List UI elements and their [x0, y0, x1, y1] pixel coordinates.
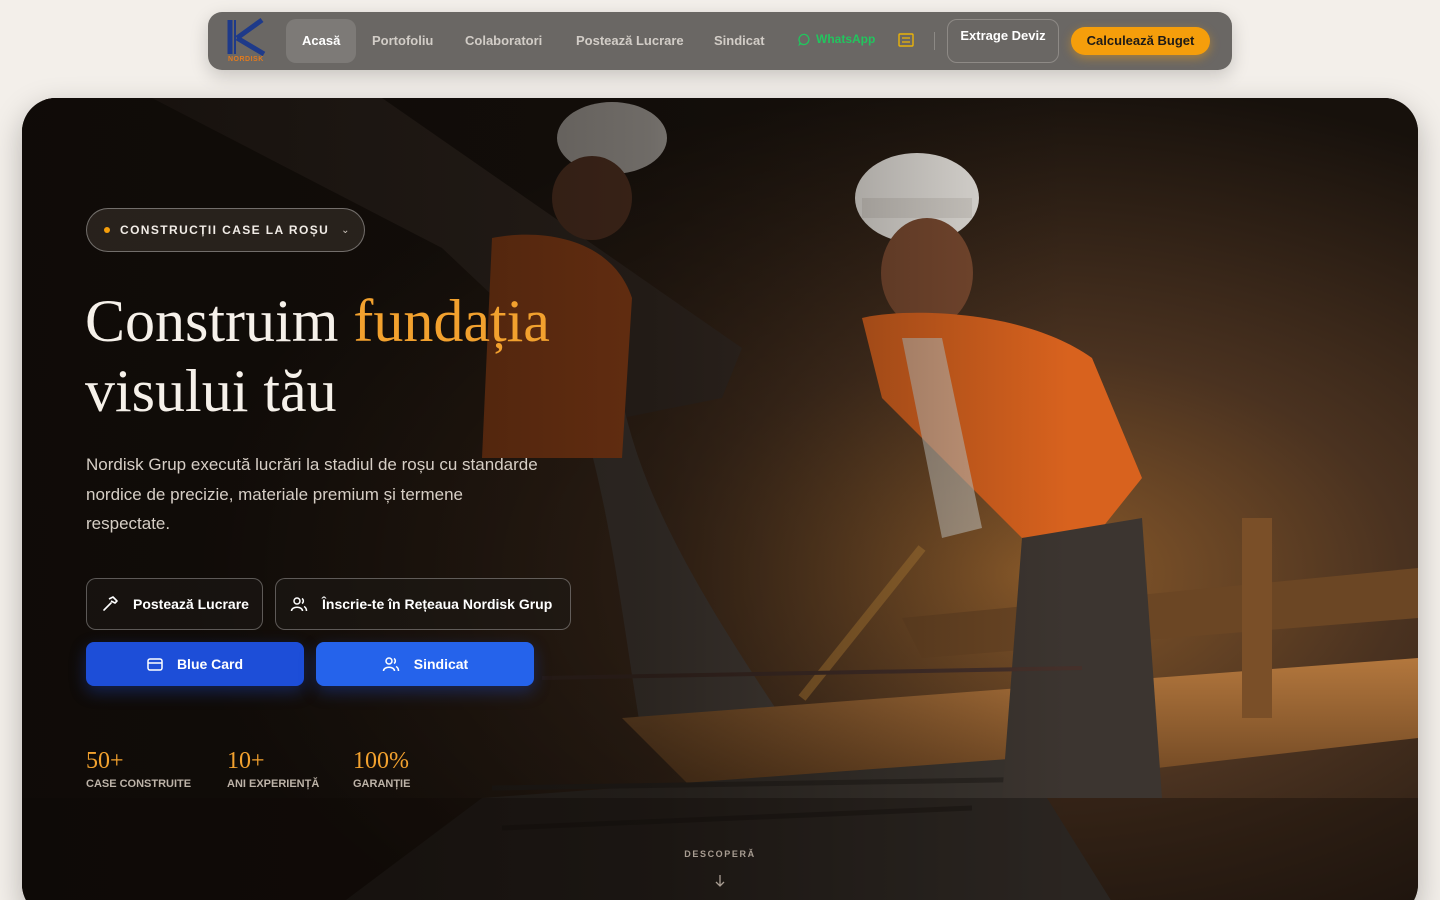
nav-divider: [934, 32, 935, 50]
post-job-button[interactable]: Postează Lucrare: [86, 578, 263, 630]
category-dropdown[interactable]: CONSTRUCȚII CASE LA ROȘU ⌄: [86, 208, 365, 252]
top-navbar: NORDISK Acasă Portofoliu Colaboratori Po…: [208, 12, 1232, 70]
nav-link-posteaza-lucrare[interactable]: Postează Lucrare: [576, 19, 684, 63]
syndicate-label: Sindicat: [413, 656, 469, 672]
headline-part-1: Construim: [85, 288, 354, 354]
calculate-budget-button[interactable]: Calculează Buget: [1071, 27, 1210, 55]
extract-estimate-button[interactable]: Extrage Deviz: [947, 19, 1059, 63]
users-icon: [382, 657, 400, 672]
blue-card-label: Blue Card: [176, 656, 244, 672]
hero-section: CONSTRUCȚII CASE LA ROȘU ⌄ Construim fun…: [22, 98, 1418, 900]
stat-value: 10+: [227, 748, 265, 774]
nav-link-colaboratori[interactable]: Colaboratori: [465, 19, 542, 63]
stat-value: 50+: [86, 748, 124, 774]
category-label: CONSTRUCȚII CASE LA ROȘU: [120, 223, 330, 237]
headline-part-2: visului tău: [85, 358, 337, 424]
logo-wordmark: NORDISK: [228, 56, 264, 63]
whatsapp-link[interactable]: WhatsApp: [798, 32, 875, 46]
nav-link-portofoliu[interactable]: Portofoliu: [372, 19, 433, 63]
hero-description: Nordisk Grup execută lucrări la stadiul …: [86, 455, 538, 533]
arrow-down-icon[interactable]: [714, 874, 726, 888]
stat-label: CASE CONSTRUITE: [86, 778, 192, 790]
card-icon: [147, 657, 163, 671]
join-network-label: Înscrie-te în Rețeaua Nordisk Grup: [322, 596, 553, 612]
whatsapp-icon: [798, 33, 810, 46]
post-job-label: Postează Lucrare: [133, 596, 249, 612]
chevron-down-icon: ⌄: [341, 224, 350, 236]
stat-label: ANI EXPERIENȚĂ: [227, 778, 320, 790]
stat-warranty: 100% GARANȚIE: [353, 748, 410, 790]
stat-years: 10+ ANI EXPERIENȚĂ: [227, 748, 319, 790]
whatsapp-label: WhatsApp: [816, 32, 876, 46]
stat-value: 100%: [353, 748, 409, 774]
menu-icon[interactable]: [898, 33, 914, 47]
discover-label: DESCOPERĂ: [684, 849, 756, 859]
join-network-button[interactable]: Înscrie-te în Rețeaua Nordisk Grup: [275, 578, 571, 630]
users-icon: [290, 597, 308, 612]
stat-label: GARANȚIE: [353, 778, 411, 790]
status-dot: [104, 227, 110, 233]
headline-accent: fundația: [353, 288, 550, 354]
nav-link-acasa[interactable]: Acasă: [286, 19, 357, 63]
hammer-icon: [103, 596, 118, 611]
stat-houses: 50+ CASE CONSTRUITE: [86, 748, 191, 790]
nav-link-sindicat[interactable]: Sindicat: [714, 19, 765, 63]
syndicate-button[interactable]: Sindicat: [316, 642, 534, 686]
hero-headline: Construim fundația visului tău: [85, 286, 785, 426]
blue-card-button[interactable]: Blue Card: [86, 642, 304, 686]
